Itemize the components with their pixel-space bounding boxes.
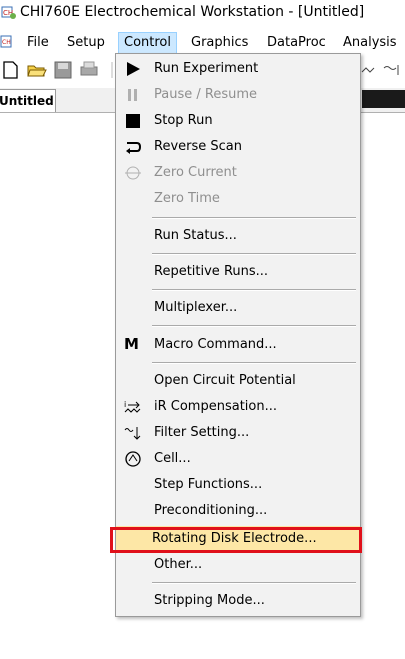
menu-item-rotating-disk-electrode[interactable]: Rotating Disk Electrode... <box>116 526 360 552</box>
pause-icon <box>128 89 137 101</box>
svg-text:i: i <box>124 400 126 409</box>
print-icon[interactable] <box>78 59 100 81</box>
play-icon <box>127 62 140 76</box>
menu-analysis[interactable]: Analysis <box>343 32 397 54</box>
menu-item-other[interactable]: Other... <box>118 552 356 578</box>
menu-item-pause-resume[interactable]: Pause / Resume <box>118 82 356 108</box>
window-title: CHI760E Electrochemical Workstation - [U… <box>20 4 365 20</box>
menu-item-filter-setting[interactable]: Filter Setting... <box>118 420 356 446</box>
app-icon: CH <box>1 6 16 19</box>
toolbar-dark-strip <box>362 90 405 108</box>
menu-item-preconditioning[interactable]: Preconditioning... <box>118 498 356 524</box>
menu-bar: CH File Setup Control Graphics DataProc … <box>0 32 405 54</box>
menu-item-stripping-mode[interactable]: Stripping Mode... <box>118 588 356 614</box>
reverse-icon <box>126 142 142 154</box>
menu-dataproc[interactable]: DataProc <box>267 32 326 54</box>
menu-separator <box>152 325 356 327</box>
document-tab[interactable]: Untitled <box>0 89 56 112</box>
menu-separator <box>152 217 356 219</box>
macro-icon: M <box>124 335 139 353</box>
menu-item-step-functions[interactable]: Step Functions... <box>118 472 356 498</box>
menu-item-run-status[interactable]: Run Status... <box>118 223 356 249</box>
menu-file[interactable]: File <box>27 32 49 54</box>
menu-item-ir-compensation[interactable]: i iR Compensation... <box>118 394 356 420</box>
menu-separator <box>152 289 356 291</box>
save-icon[interactable] <box>52 59 74 81</box>
menu-item-zero-current[interactable]: Zero Current <box>118 160 356 186</box>
menu-item-cell[interactable]: Cell... <box>118 446 356 472</box>
menu-setup[interactable]: Setup <box>67 32 105 54</box>
cell-icon <box>125 451 141 467</box>
control-menu-dropdown: Run Experiment Pause / Resume Stop Run R… <box>115 53 361 617</box>
toolbar-overflow-icon-1[interactable] <box>360 59 382 81</box>
menu-item-reverse-scan[interactable]: Reverse Scan <box>118 134 356 160</box>
menu-control[interactable]: Control <box>118 32 177 54</box>
menu-item-open-circuit-potential[interactable]: Open Circuit Potential <box>118 368 356 394</box>
menu-separator <box>152 582 356 584</box>
menu-item-multiplexer[interactable]: Multiplexer... <box>118 295 356 321</box>
open-folder-icon[interactable] <box>26 59 48 81</box>
menu-separator <box>152 253 356 255</box>
menu-item-stop-run[interactable]: Stop Run <box>118 108 356 134</box>
menu-separator <box>152 362 356 364</box>
stop-icon <box>126 114 140 128</box>
menu-item-run-experiment[interactable]: Run Experiment <box>118 56 356 82</box>
menu-item-macro-command[interactable]: M Macro Command... <box>118 332 356 358</box>
menu-graphics[interactable]: Graphics <box>191 32 248 54</box>
svg-text:CH: CH <box>2 39 11 46</box>
filter-icon <box>124 427 141 440</box>
menu-item-repetitive-runs[interactable]: Repetitive Runs... <box>118 259 356 285</box>
ir-compensation-icon: i <box>124 400 141 413</box>
toolbar-overflow-icon-2[interactable] <box>382 59 404 81</box>
zero-current-icon <box>125 166 141 180</box>
new-file-icon[interactable] <box>0 59 22 81</box>
document-system-icon[interactable]: CH <box>0 34 14 50</box>
menu-item-zero-time[interactable]: Zero Time <box>118 186 356 212</box>
title-bar: CH CHI760E Electrochemical Workstation -… <box>0 0 405 26</box>
